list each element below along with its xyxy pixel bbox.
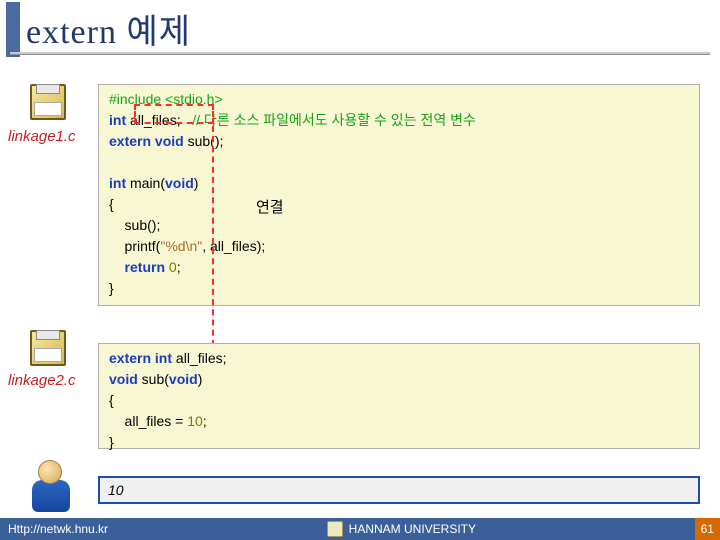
slide: extern 예제 linkage1.c #include <stdio.h> …: [0, 0, 720, 540]
footer-university: HANNAM UNIVERSITY: [327, 521, 476, 537]
file1-label: linkage1.c: [8, 128, 76, 145]
page-number: 61: [695, 518, 720, 540]
title-accent-bar: [6, 2, 20, 57]
title-underline: [10, 52, 710, 54]
slide-title: extern 예제: [26, 2, 191, 57]
footer: Http://netwk.hnu.kr HANNAM UNIVERSITY 61: [0, 518, 720, 540]
floppy-icon: [30, 330, 66, 366]
highlight-box-top: [134, 104, 214, 124]
title-row: extern 예제: [0, 0, 720, 57]
output-box: 10: [98, 476, 700, 504]
connect-label: 연결: [256, 196, 284, 217]
file2-label: linkage2.c: [8, 372, 76, 389]
connector-line: [212, 126, 214, 356]
university-emblem-icon: [327, 521, 343, 537]
person-icon: [28, 456, 74, 516]
footer-url: Http://netwk.hnu.kr: [8, 522, 108, 536]
code-block-2: extern int all_files; void sub(void) { a…: [98, 343, 700, 449]
floppy-icon: [30, 84, 66, 120]
